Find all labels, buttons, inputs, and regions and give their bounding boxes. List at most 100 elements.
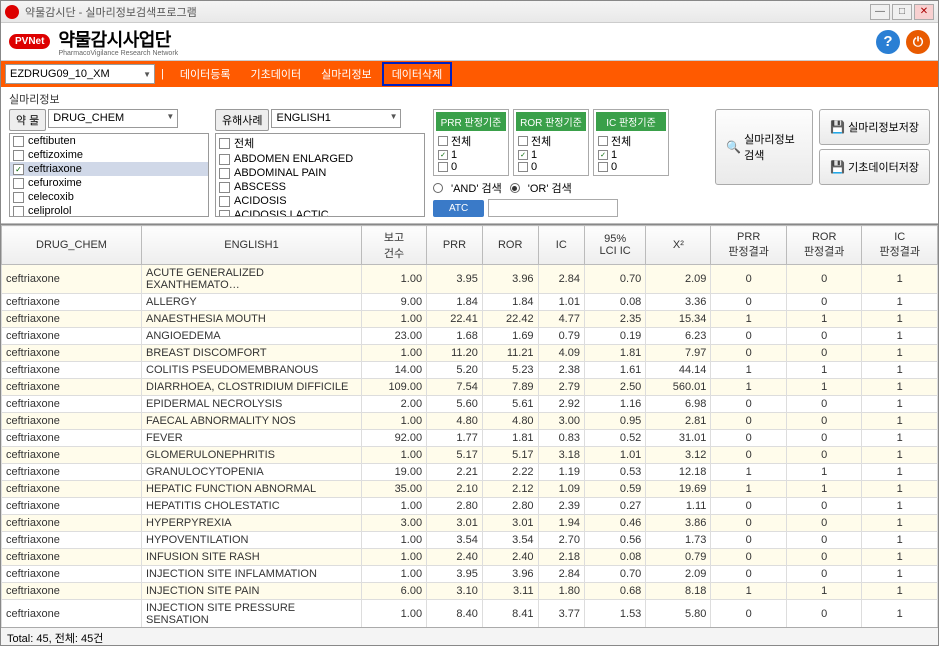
- column-header[interactable]: 95% LCI IC: [584, 226, 645, 265]
- table-row[interactable]: ceftriaxoneGRANULOCYTOPENIA19.002.212.22…: [2, 464, 938, 481]
- table-cell: DIARRHOEA, CLOSTRIDIUM DIFFICILE: [142, 379, 362, 396]
- checkbox-icon[interactable]: [598, 162, 608, 172]
- column-header[interactable]: PRR 판정결과: [711, 226, 787, 265]
- criteria-item[interactable]: 0: [436, 161, 506, 173]
- radio-or[interactable]: [510, 183, 520, 193]
- criteria-item[interactable]: 전체: [516, 133, 586, 149]
- criteria-item[interactable]: ✓1: [516, 149, 586, 161]
- save-signal-button[interactable]: 실마리정보저장: [819, 109, 930, 145]
- column-header[interactable]: DRUG_CHEM: [2, 226, 142, 265]
- event-listbox[interactable]: 전체ABDOMEN ENLARGEDABDOMINAL PAINABSCESSA…: [215, 133, 425, 217]
- table-row[interactable]: ceftriaxoneINJECTION SITE PRESSURE SENSA…: [2, 600, 938, 628]
- table-row[interactable]: ceftriaxoneDIARRHOEA, CLOSTRIDIUM DIFFIC…: [2, 379, 938, 396]
- checkbox-icon[interactable]: [219, 168, 230, 179]
- list-item[interactable]: celiprolol: [10, 204, 208, 217]
- table-row[interactable]: ceftriaxoneINJECTION SITE INFLAMMATION1.…: [2, 566, 938, 583]
- table-row[interactable]: ceftriaxoneGLOMERULONEPHRITIS1.005.175.1…: [2, 447, 938, 464]
- checkbox-icon[interactable]: [13, 150, 24, 161]
- list-item[interactable]: 전체: [216, 134, 424, 152]
- table-row[interactable]: ceftriaxoneANGIOEDEMA23.001.681.690.790.…: [2, 328, 938, 345]
- save-base-button[interactable]: 기초데이터저장: [819, 149, 930, 185]
- column-header[interactable]: ROR: [482, 226, 538, 265]
- table-row[interactable]: ceftriaxoneFEVER92.001.771.810.830.5231.…: [2, 430, 938, 447]
- table-row[interactable]: ceftriaxoneEPIDERMAL NECROLYSIS2.005.605…: [2, 396, 938, 413]
- list-item[interactable]: ABDOMEN ENLARGED: [216, 152, 424, 166]
- checkbox-icon[interactable]: ✓: [598, 150, 608, 160]
- checkbox-icon[interactable]: [13, 206, 24, 217]
- checkbox-icon[interactable]: [13, 192, 24, 203]
- list-item[interactable]: ABSCESS: [216, 180, 424, 194]
- table-row[interactable]: ceftriaxoneBREAST DISCOMFORT1.0011.2011.…: [2, 345, 938, 362]
- help-icon[interactable]: ?: [876, 30, 900, 54]
- checkbox-icon[interactable]: [219, 182, 230, 193]
- close-button[interactable]: ✕: [914, 4, 934, 20]
- checkbox-icon[interactable]: [219, 210, 230, 218]
- table-cell: ceftriaxone: [2, 549, 142, 566]
- list-item[interactable]: ceftibuten: [10, 134, 208, 148]
- table-row[interactable]: ceftriaxoneHEPATITIS CHOLESTATIC1.002.80…: [2, 498, 938, 515]
- list-item[interactable]: celecoxib: [10, 190, 208, 204]
- checkbox-icon[interactable]: [219, 138, 230, 149]
- tb-data-delete[interactable]: 데이터삭제: [382, 62, 453, 86]
- table-row[interactable]: ceftriaxoneINJECTION SITE PAIN6.003.103.…: [2, 583, 938, 600]
- checkbox-icon[interactable]: [438, 136, 448, 146]
- column-header[interactable]: IC: [538, 226, 584, 265]
- file-select[interactable]: EZDRUG09_10_XM: [5, 64, 155, 84]
- criteria-item[interactable]: ✓1: [436, 149, 506, 161]
- maximize-button[interactable]: □: [892, 4, 912, 20]
- criteria-item[interactable]: 전체: [436, 133, 506, 149]
- criteria-item[interactable]: 0: [596, 161, 666, 173]
- checkbox-icon[interactable]: [219, 154, 230, 165]
- column-header[interactable]: 보고 건수: [362, 226, 427, 265]
- radio-and[interactable]: [433, 183, 443, 193]
- column-header[interactable]: ENGLISH1: [142, 226, 362, 265]
- table-row[interactable]: ceftriaxoneANAESTHESIA MOUTH1.0022.4122.…: [2, 311, 938, 328]
- checkbox-icon[interactable]: [13, 178, 24, 189]
- drug-combo[interactable]: DRUG_CHEM: [48, 109, 178, 128]
- table-row[interactable]: ceftriaxoneALLERGY9.001.841.841.010.083.…: [2, 294, 938, 311]
- checkbox-icon[interactable]: [13, 136, 24, 147]
- column-header[interactable]: PRR: [427, 226, 483, 265]
- drug-button[interactable]: 약 물: [9, 109, 46, 131]
- list-item[interactable]: ceftizoxime: [10, 148, 208, 162]
- criteria-item[interactable]: 전체: [596, 133, 666, 149]
- checkbox-icon[interactable]: [438, 162, 448, 172]
- checkbox-icon[interactable]: ✓: [438, 150, 448, 160]
- checkbox-icon[interactable]: ✓: [518, 150, 528, 160]
- checkbox-icon[interactable]: [598, 136, 608, 146]
- event-combo[interactable]: ENGLISH1: [271, 109, 401, 128]
- list-item[interactable]: cefuroxime: [10, 176, 208, 190]
- minimize-button[interactable]: —: [870, 4, 890, 20]
- checkbox-icon[interactable]: [219, 196, 230, 207]
- power-icon[interactable]: ⏻: [906, 30, 930, 54]
- list-item[interactable]: ABDOMINAL PAIN: [216, 166, 424, 180]
- checkbox-icon[interactable]: [518, 136, 528, 146]
- tb-base-data[interactable]: 기초데이터: [240, 62, 311, 86]
- table-cell: 1.00: [362, 265, 427, 294]
- table-row[interactable]: ceftriaxoneACUTE GENERALIZED EXANTHEMATO…: [2, 265, 938, 294]
- results-grid-wrap[interactable]: DRUG_CHEMENGLISH1보고 건수PRRRORIC95% LCI IC…: [1, 224, 938, 627]
- drug-listbox[interactable]: ceftibutenceftizoxime✓ceftriaxonecefurox…: [9, 133, 209, 217]
- tb-data-register[interactable]: 데이터등록: [170, 62, 241, 86]
- list-item[interactable]: ✓ceftriaxone: [10, 162, 208, 176]
- column-header[interactable]: X²: [646, 226, 711, 265]
- table-row[interactable]: ceftriaxoneCOLITIS PSEUDOMEMBRANOUS14.00…: [2, 362, 938, 379]
- column-header[interactable]: IC 판정결과: [862, 226, 938, 265]
- table-row[interactable]: ceftriaxoneFAECAL ABNORMALITY NOS1.004.8…: [2, 413, 938, 430]
- checkbox-icon[interactable]: ✓: [13, 164, 24, 175]
- table-row[interactable]: ceftriaxoneHEPATIC FUNCTION ABNORMAL35.0…: [2, 481, 938, 498]
- search-button[interactable]: 실마리정보검색: [715, 109, 813, 185]
- list-item[interactable]: ACIDOSIS LACTIC: [216, 208, 424, 217]
- atc-input[interactable]: [488, 199, 618, 217]
- table-row[interactable]: ceftriaxoneINFUSION SITE RASH1.002.402.4…: [2, 549, 938, 566]
- criteria-item[interactable]: 0: [516, 161, 586, 173]
- table-row[interactable]: ceftriaxoneHYPOVENTILATION1.003.543.542.…: [2, 532, 938, 549]
- tb-signal-info[interactable]: 실마리정보: [311, 62, 382, 86]
- list-item[interactable]: ACIDOSIS: [216, 194, 424, 208]
- column-header[interactable]: ROR 판정결과: [786, 226, 862, 265]
- table-row[interactable]: ceftriaxoneHYPERPYREXIA3.003.013.011.940…: [2, 515, 938, 532]
- criteria-item[interactable]: ✓1: [596, 149, 666, 161]
- event-button[interactable]: 유해사례: [215, 109, 269, 131]
- checkbox-icon[interactable]: [518, 162, 528, 172]
- atc-button[interactable]: ATC: [433, 200, 484, 217]
